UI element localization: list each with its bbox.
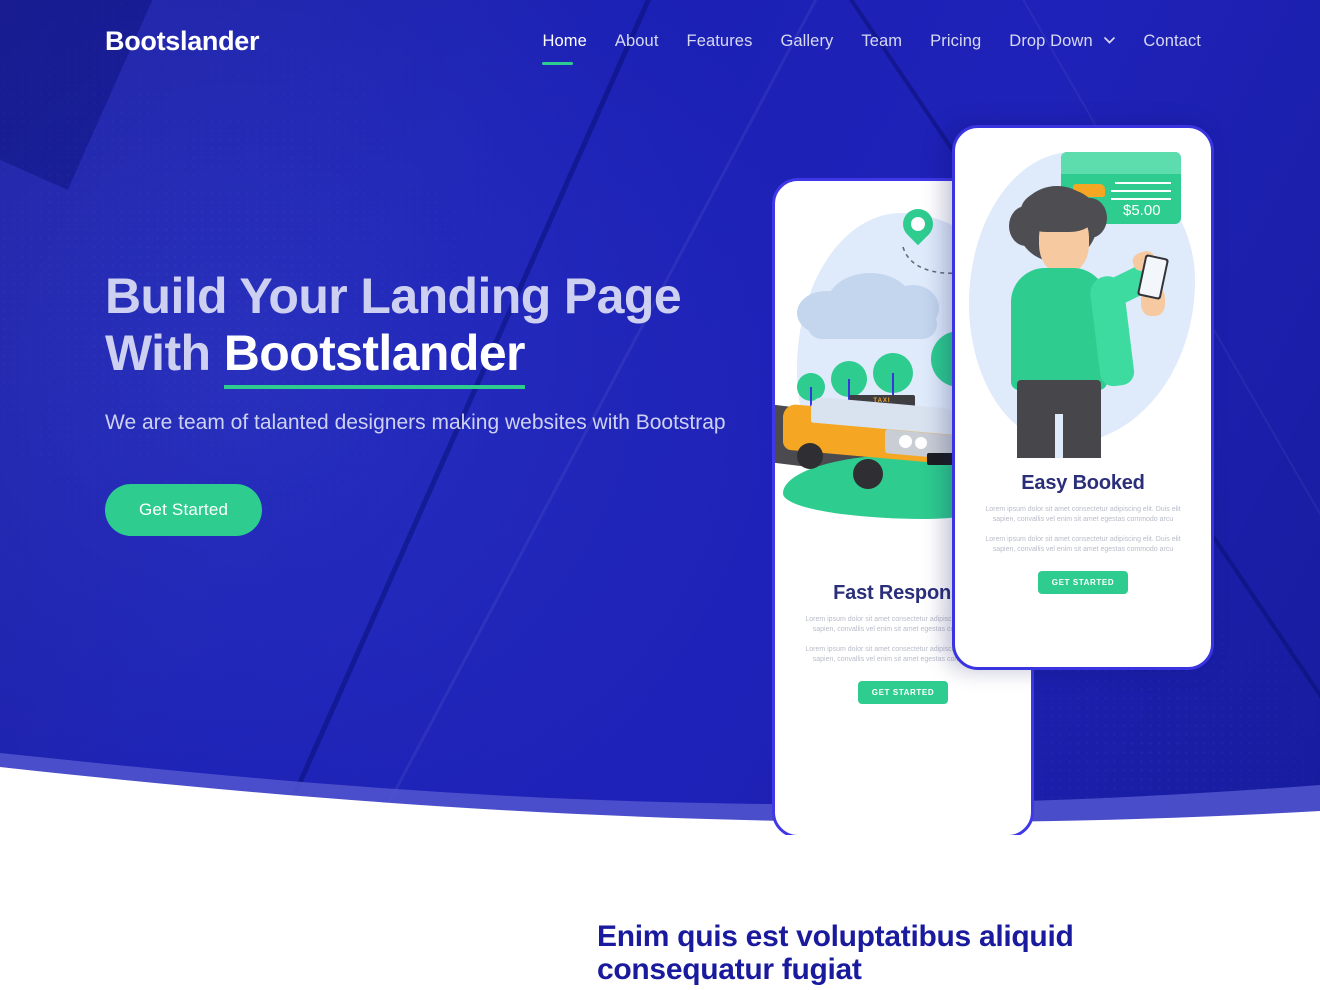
nav-item-gallery-label: Gallery bbox=[780, 31, 834, 50]
hero-subtitle: We are team of talanted designers making… bbox=[105, 411, 726, 434]
hero-title-highlight: Bootstlander bbox=[223, 325, 525, 389]
hero-title-line2-prefix: With bbox=[105, 325, 224, 381]
nav-item-home-label: Home bbox=[542, 31, 587, 50]
hero-copy: Build Your Landing Page With Bootstlande… bbox=[105, 268, 785, 536]
right-card-get-started-button[interactable]: GET STARTED bbox=[1037, 571, 1129, 594]
brand-logo[interactable]: Bootslander bbox=[105, 26, 260, 57]
nav-item-features-label: Features bbox=[686, 31, 753, 50]
nav-item-features[interactable]: Features bbox=[673, 26, 767, 57]
nav-item-dropdown-label: Drop Down bbox=[1009, 31, 1093, 50]
nav-item-about-label: About bbox=[614, 31, 659, 50]
nav-item-contact[interactable]: Contact bbox=[1129, 26, 1215, 57]
nav-item-team[interactable]: Team bbox=[847, 26, 916, 57]
leg-gap bbox=[1055, 414, 1063, 458]
easy-booked-illustration: $5.00 bbox=[955, 128, 1211, 458]
nav-item-contact-label: Contact bbox=[1143, 31, 1201, 50]
nav-item-dropdown[interactable]: Drop Down bbox=[995, 26, 1129, 57]
price-card-line bbox=[1111, 198, 1171, 200]
person-hair bbox=[1021, 188, 1095, 232]
cloud-shape bbox=[807, 309, 937, 339]
hero-title-line1: Build Your Landing Page bbox=[105, 268, 682, 324]
hero-section: Bootslander Home About Features Gallery … bbox=[0, 0, 1320, 835]
hero-wave-divider bbox=[0, 753, 1320, 835]
taxi-headlight bbox=[915, 437, 927, 449]
price-card-header bbox=[1061, 152, 1181, 174]
nav-item-pricing-label: Pricing bbox=[930, 31, 982, 50]
bottom-section-heading: Enim quis est voluptatibus aliquid conse… bbox=[597, 920, 1074, 986]
nav-item-pricing[interactable]: Pricing bbox=[916, 26, 995, 57]
nav-item-gallery[interactable]: Gallery bbox=[766, 26, 847, 57]
taxi-headlight bbox=[899, 435, 912, 448]
price-amount: $5.00 bbox=[1123, 202, 1161, 219]
taxi-wheel bbox=[797, 443, 823, 469]
get-started-button[interactable]: Get Started bbox=[105, 484, 263, 536]
nav-item-about[interactable]: About bbox=[601, 26, 673, 57]
price-card-line bbox=[1115, 182, 1171, 184]
navbar: Bootslander Home About Features Gallery … bbox=[0, 0, 1320, 82]
nav-item-home[interactable]: Home bbox=[528, 26, 600, 65]
right-card-title: Easy Booked bbox=[1021, 472, 1145, 494]
phone-mockups: TAXI Fast Response Lorem ipsum dolor sit… bbox=[770, 125, 1230, 835]
nav-item-team-label: Team bbox=[861, 31, 903, 50]
right-card-paragraph-2: Lorem ipsum dolor sit amet consectetur a… bbox=[985, 536, 1181, 553]
hero-title: Build Your Landing Page With Bootstlande… bbox=[105, 268, 785, 389]
left-card-get-started-button[interactable]: GET STARTED bbox=[857, 681, 949, 704]
right-card-paragraph-1: Lorem ipsum dolor sit amet consectetur a… bbox=[985, 506, 1181, 523]
taxi-wheel bbox=[853, 459, 883, 489]
phone-card-easy-booked[interactable]: $5.00 Easy Booked Lorem ipsum dolor sit … bbox=[952, 125, 1214, 670]
chevron-down-icon bbox=[1104, 30, 1116, 49]
bottom-section: Enim quis est voluptatibus aliquid conse… bbox=[0, 835, 1320, 990]
nav-menu: Home About Features Gallery Team Pricing… bbox=[528, 26, 1215, 65]
price-card-line bbox=[1111, 190, 1171, 192]
